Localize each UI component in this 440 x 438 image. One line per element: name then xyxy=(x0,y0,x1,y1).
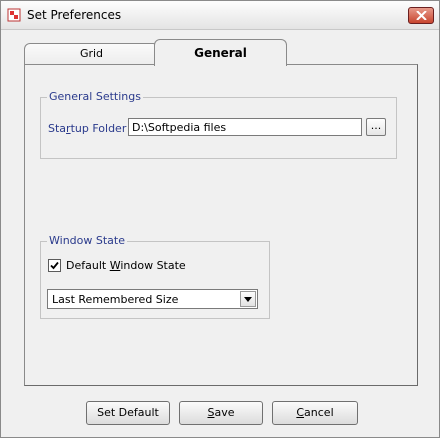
default-window-state-label[interactable]: Default Window State xyxy=(66,259,186,272)
window-state-legend: Window State xyxy=(47,234,127,247)
startup-folder-label: Startup Folder xyxy=(48,122,127,135)
general-settings-legend: General Settings xyxy=(47,90,143,103)
check-icon xyxy=(50,261,59,270)
preferences-window: Set Preferences Grid General General Set… xyxy=(0,0,440,438)
save-button[interactable]: Save xyxy=(179,401,263,425)
tab-general[interactable]: General xyxy=(154,39,287,66)
cancel-button[interactable]: Cancel xyxy=(272,401,358,425)
default-window-state-checkbox[interactable] xyxy=(48,259,61,272)
dropdown-arrow-icon xyxy=(244,297,252,302)
close-icon xyxy=(416,11,427,20)
startup-folder-input[interactable] xyxy=(128,118,362,136)
window-size-value: Last Remembered Size xyxy=(52,293,179,306)
browse-folder-button[interactable]: ... xyxy=(366,118,386,136)
set-default-button[interactable]: Set Default xyxy=(86,401,170,425)
dropdown-button[interactable] xyxy=(240,291,256,307)
window-title: Set Preferences xyxy=(27,8,122,22)
title-bar[interactable]: Set Preferences xyxy=(1,1,439,30)
window-size-select[interactable]: Last Remembered Size xyxy=(47,289,258,309)
close-button[interactable] xyxy=(408,7,434,24)
tab-grid[interactable]: Grid xyxy=(24,43,159,65)
app-icon xyxy=(7,8,21,22)
